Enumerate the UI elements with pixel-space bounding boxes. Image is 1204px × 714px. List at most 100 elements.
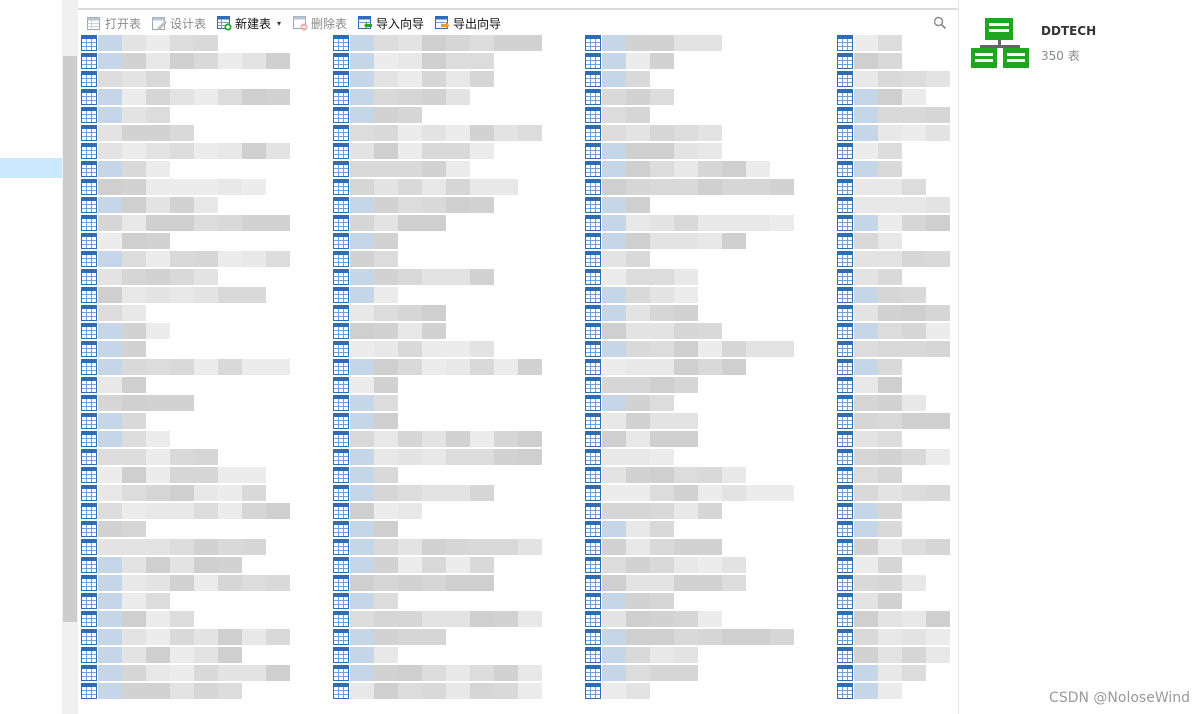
table-list-item[interactable] xyxy=(330,178,570,196)
table-list-item[interactable] xyxy=(834,340,958,358)
table-list-item[interactable] xyxy=(78,178,318,196)
table-list-item[interactable] xyxy=(582,448,822,466)
table-list-item[interactable] xyxy=(330,520,570,538)
table-list-item[interactable] xyxy=(78,538,318,556)
table-list-item[interactable] xyxy=(330,88,570,106)
table-list-item[interactable] xyxy=(582,628,822,646)
table-list-item[interactable] xyxy=(582,412,822,430)
table-list-item[interactable] xyxy=(834,286,958,304)
table-list-item[interactable] xyxy=(330,412,570,430)
import-wizard-button[interactable]: 导入向导 xyxy=(357,13,424,33)
table-list-item[interactable] xyxy=(78,664,318,682)
table-list-item[interactable] xyxy=(582,340,822,358)
table-list-item[interactable] xyxy=(78,682,318,700)
table-list-item[interactable] xyxy=(834,394,958,412)
table-list-item[interactable] xyxy=(330,556,570,574)
table-list-item[interactable] xyxy=(330,70,570,88)
table-list-item[interactable] xyxy=(834,664,958,682)
table-list-item[interactable] xyxy=(834,34,958,52)
table-list-item[interactable] xyxy=(582,556,822,574)
table-list-item[interactable] xyxy=(582,682,822,700)
table-list-item[interactable] xyxy=(834,592,958,610)
selected-nav-item[interactable] xyxy=(0,158,62,178)
table-list-item[interactable] xyxy=(78,286,318,304)
table-list-item[interactable] xyxy=(834,142,958,160)
table-list-item[interactable] xyxy=(582,376,822,394)
table-list-item[interactable] xyxy=(78,250,318,268)
table-list-item[interactable] xyxy=(834,448,958,466)
table-list-item[interactable] xyxy=(330,106,570,124)
table-list-item[interactable] xyxy=(330,286,570,304)
table-list-item[interactable] xyxy=(834,412,958,430)
table-list-item[interactable] xyxy=(582,646,822,664)
table-list-item[interactable] xyxy=(834,304,958,322)
table-list-item[interactable] xyxy=(330,358,570,376)
new-table-button[interactable]: 新建表 ▾ xyxy=(216,13,281,33)
table-list-item[interactable] xyxy=(834,214,958,232)
table-list-item[interactable] xyxy=(834,520,958,538)
table-list-item[interactable] xyxy=(78,574,318,592)
table-list-item[interactable] xyxy=(582,592,822,610)
table-list-item[interactable] xyxy=(582,358,822,376)
table-list-item[interactable] xyxy=(582,574,822,592)
export-wizard-button[interactable]: 导出向导 xyxy=(434,13,501,33)
table-list-item[interactable] xyxy=(78,268,318,286)
navigation-pane[interactable] xyxy=(0,0,62,714)
table-list-item[interactable] xyxy=(834,232,958,250)
table-list-item[interactable] xyxy=(834,268,958,286)
table-list-item[interactable] xyxy=(834,88,958,106)
table-list-item[interactable] xyxy=(582,394,822,412)
table-list-item[interactable] xyxy=(330,574,570,592)
table-list-item[interactable] xyxy=(834,574,958,592)
table-list-item[interactable] xyxy=(834,646,958,664)
table-list-item[interactable] xyxy=(582,538,822,556)
table-list-item[interactable] xyxy=(834,556,958,574)
table-list-item[interactable] xyxy=(582,52,822,70)
table-list-item[interactable] xyxy=(330,34,570,52)
table-list-item[interactable] xyxy=(330,304,570,322)
table-list-item[interactable] xyxy=(834,250,958,268)
table-list-item[interactable] xyxy=(582,70,822,88)
table-list-item[interactable] xyxy=(330,232,570,250)
table-list-item[interactable] xyxy=(330,664,570,682)
table-list-item[interactable] xyxy=(582,502,822,520)
table-list-item[interactable] xyxy=(834,610,958,628)
table-list-item[interactable] xyxy=(834,160,958,178)
table-list-view[interactable] xyxy=(78,34,958,714)
table-list-item[interactable] xyxy=(78,430,318,448)
table-list-item[interactable] xyxy=(330,466,570,484)
table-list-item[interactable] xyxy=(582,520,822,538)
table-list-item[interactable] xyxy=(330,376,570,394)
table-list-item[interactable] xyxy=(330,646,570,664)
table-list-item[interactable] xyxy=(582,196,822,214)
table-list-item[interactable] xyxy=(78,52,318,70)
new-table-dropdown-icon[interactable]: ▾ xyxy=(277,19,281,28)
table-list-item[interactable] xyxy=(330,250,570,268)
table-list-item[interactable] xyxy=(834,106,958,124)
table-list-item[interactable] xyxy=(582,214,822,232)
table-list-item[interactable] xyxy=(834,484,958,502)
table-list-item[interactable] xyxy=(78,592,318,610)
table-list-item[interactable] xyxy=(582,34,822,52)
table-list-item[interactable] xyxy=(834,628,958,646)
scrollbar-thumb[interactable] xyxy=(63,56,77,622)
table-list-item[interactable] xyxy=(78,322,318,340)
table-list-item[interactable] xyxy=(78,106,318,124)
table-list-item[interactable] xyxy=(582,250,822,268)
table-list-item[interactable] xyxy=(78,394,318,412)
table-list-item[interactable] xyxy=(330,502,570,520)
table-list-item[interactable] xyxy=(78,376,318,394)
table-list-item[interactable] xyxy=(330,628,570,646)
table-list-item[interactable] xyxy=(330,196,570,214)
table-list-item[interactable] xyxy=(78,34,318,52)
table-list-item[interactable] xyxy=(834,376,958,394)
table-list-item[interactable] xyxy=(78,646,318,664)
table-list-item[interactable] xyxy=(330,322,570,340)
table-list-item[interactable] xyxy=(330,52,570,70)
table-list-item[interactable] xyxy=(78,358,318,376)
table-list-item[interactable] xyxy=(78,484,318,502)
table-list-item[interactable] xyxy=(78,160,318,178)
table-list-item[interactable] xyxy=(78,610,318,628)
table-list-item[interactable] xyxy=(582,610,822,628)
table-list-item[interactable] xyxy=(582,178,822,196)
